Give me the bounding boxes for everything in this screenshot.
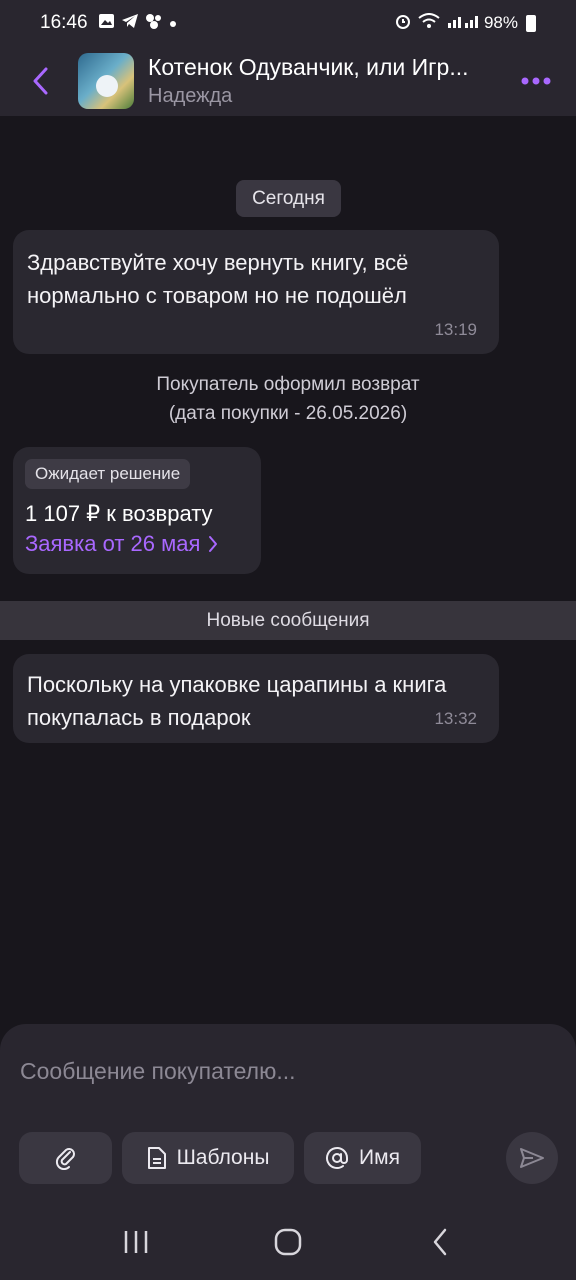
- message-time: 13:19: [434, 320, 477, 339]
- message-text: Здравствуйте хочу вернуть книгу, всё нор…: [27, 250, 409, 308]
- message-text: Поскольку на упаковке царапины а книга п…: [27, 672, 447, 730]
- status-right: 98%: [394, 12, 536, 35]
- at-icon: [326, 1147, 349, 1169]
- composer-actions: Шаблоны Имя: [19, 1132, 421, 1184]
- back-button[interactable]: [20, 61, 60, 101]
- message-time: 13:32: [434, 709, 477, 728]
- alarm-icon: [394, 12, 412, 35]
- system-notice: Покупатель оформил возврат (дата покупки…: [0, 370, 576, 428]
- telegram-icon: [121, 13, 139, 34]
- name-label: Имя: [359, 1146, 400, 1169]
- battery-icon: [526, 14, 536, 32]
- cluster-icon: [145, 13, 163, 34]
- chat-subtitle: Надежда: [148, 85, 233, 107]
- more-options-button[interactable]: [516, 61, 556, 101]
- message-input[interactable]: Сообщение покупателю...: [20, 1058, 296, 1085]
- dot-icon: [169, 13, 177, 33]
- more-dots-icon: [521, 77, 551, 85]
- status-bar: 16:46 98%: [0, 0, 576, 46]
- chat-header: Котенок Одуванчик, или Игр... Надежда: [0, 46, 576, 116]
- notification-icons: [98, 13, 177, 34]
- status-time: 16:46: [40, 12, 88, 33]
- system-back-button[interactable]: [415, 1217, 465, 1267]
- wifi-icon: [418, 12, 440, 34]
- system-notice-line2: (дата покупки - 26.05.2026): [168, 403, 408, 424]
- back-icon: [433, 1228, 447, 1256]
- date-separator: Сегодня: [236, 180, 341, 217]
- signal-icon: [446, 13, 478, 34]
- battery-level: 98%: [483, 13, 518, 32]
- system-notice-line1: Покупатель оформил возврат: [156, 374, 420, 395]
- send-button[interactable]: [506, 1132, 558, 1184]
- gallery-icon: [98, 13, 115, 34]
- product-thumbnail[interactable]: [78, 53, 134, 109]
- insert-name-button[interactable]: Имя: [304, 1132, 421, 1184]
- paperclip-icon: [55, 1148, 75, 1170]
- home-button[interactable]: [263, 1217, 313, 1267]
- refund-amount: 1 107 ₽ к возврату: [25, 501, 213, 526]
- attach-button[interactable]: [19, 1132, 112, 1184]
- status-badge: Ожидает решение: [25, 459, 191, 489]
- chevron-right-icon: [209, 536, 218, 552]
- message-bubble[interactable]: Поскольку на упаковке царапины а книга п…: [13, 654, 499, 743]
- message-bubble[interactable]: Здравствуйте хочу вернуть книгу, всё нор…: [13, 230, 499, 354]
- recent-apps-button[interactable]: [111, 1217, 161, 1267]
- chat-area[interactable]: Сегодня Здравствуйте хочу вернуть книгу,…: [0, 116, 576, 1026]
- refund-request-label: Заявка от 26 мая: [25, 531, 201, 556]
- chat-title: Котенок Одуванчик, или Игр...: [148, 54, 469, 80]
- templates-label: Шаблоны: [176, 1146, 270, 1169]
- chevron-left-icon: [33, 67, 48, 95]
- send-icon: [520, 1148, 544, 1168]
- document-icon: [147, 1147, 166, 1169]
- refund-card[interactable]: Ожидает решение 1 107 ₽ к возврату Заявк…: [13, 447, 261, 574]
- templates-button[interactable]: Шаблоны: [122, 1132, 294, 1184]
- recent-apps-icon: [124, 1231, 148, 1253]
- chat-title-block[interactable]: Котенок Одуванчик, или Игр... Надежда: [148, 54, 516, 108]
- home-icon: [274, 1228, 302, 1256]
- new-messages-divider: Новые сообщения: [0, 601, 576, 640]
- refund-request-link[interactable]: Заявка от 26 мая: [25, 531, 249, 557]
- system-navigation-bar: [0, 1210, 576, 1274]
